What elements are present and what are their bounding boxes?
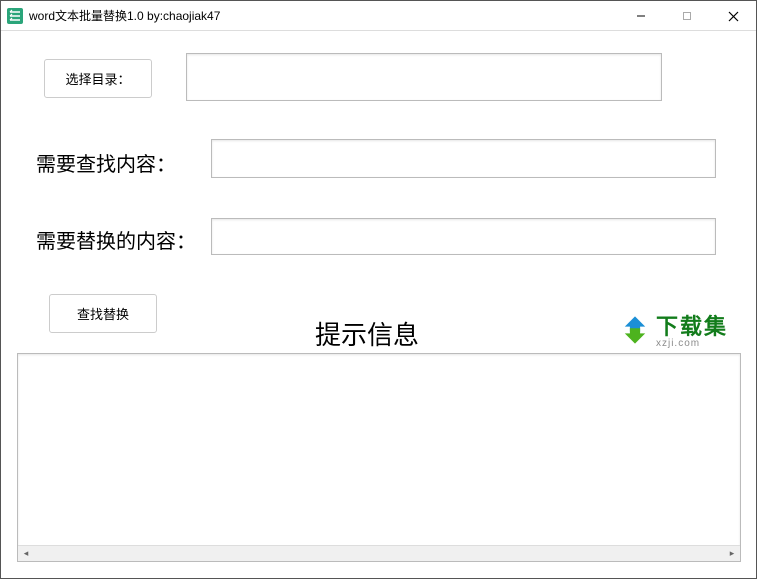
window-controls	[618, 1, 756, 31]
client-area: 选择目录： 需要查找内容： 需要替换的内容： 查找替换 提示信息 下载集 xzj…	[1, 31, 756, 578]
download-arrow-icon	[618, 313, 652, 352]
find-content-label: 需要查找内容：	[36, 148, 176, 177]
find-replace-button[interactable]: 查找替换	[49, 294, 157, 333]
scroll-left-arrow-icon[interactable]: ◂	[18, 546, 34, 562]
directory-input[interactable]	[186, 53, 662, 101]
replace-content-input[interactable]	[211, 218, 716, 255]
app-icon	[7, 8, 23, 24]
select-directory-button[interactable]: 选择目录：	[44, 59, 152, 98]
find-content-input[interactable]	[211, 139, 716, 178]
minimize-button[interactable]	[618, 1, 664, 31]
watermark: 下载集 xzji.com	[618, 313, 728, 352]
watermark-cn: 下载集	[656, 316, 728, 338]
maximize-button[interactable]	[664, 1, 710, 31]
window-title: word文本批量替换1.0 by:chaojiak47	[29, 7, 220, 24]
titlebar: word文本批量替换1.0 by:chaojiak47	[1, 1, 756, 31]
horizontal-scrollbar[interactable]: ◂ ▸	[18, 545, 740, 561]
scroll-right-arrow-icon[interactable]: ▸	[724, 546, 740, 562]
watermark-url: xzji.com	[656, 338, 728, 350]
replace-content-label: 需要替换的内容：	[36, 225, 196, 254]
info-header-label: 提示信息	[315, 315, 419, 352]
output-textarea[interactable]	[17, 353, 741, 562]
close-button[interactable]	[710, 1, 756, 31]
